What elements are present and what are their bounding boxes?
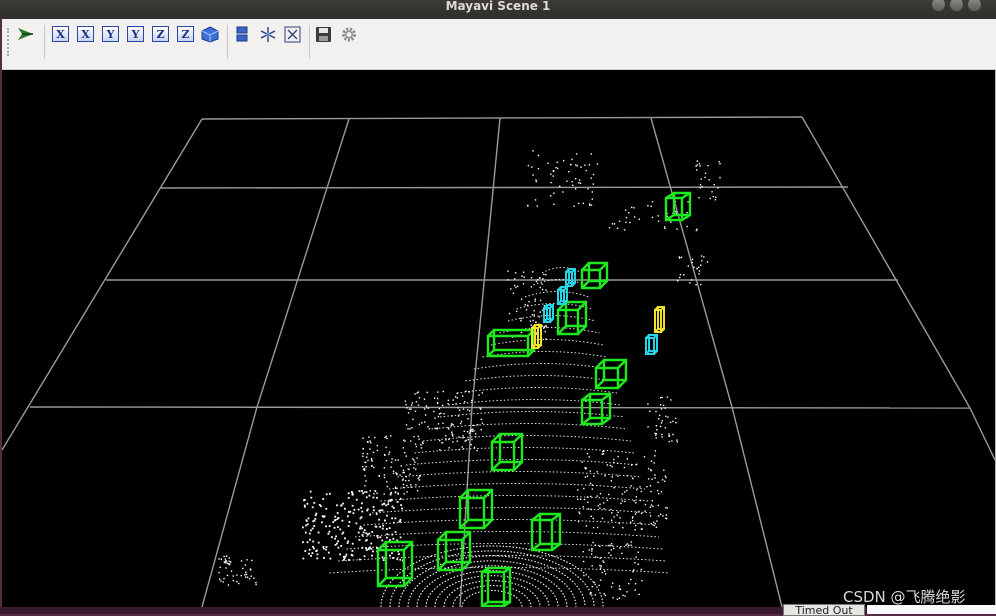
axes-icon <box>260 27 276 42</box>
watermark-text: CSDN @飞腾绝影 <box>843 588 966 606</box>
projection-icon <box>236 26 248 42</box>
toolbar-grip[interactable] <box>7 28 15 56</box>
cube-icon <box>201 26 219 43</box>
view-x-plus-button[interactable]: X <box>52 26 69 42</box>
configure-button[interactable] <box>340 26 357 42</box>
title-bar: Mayavi Scene 1 <box>0 0 996 19</box>
gear-icon <box>342 27 356 42</box>
save-icon <box>316 27 331 42</box>
fullscreen-icon <box>284 26 301 43</box>
toolbar-separator <box>44 25 45 59</box>
view-y-plus-button[interactable]: Y <box>102 26 119 42</box>
view-z-plus-button[interactable]: Z <box>152 26 169 42</box>
parallel-projection-button[interactable] <box>234 26 251 42</box>
pipeline-button[interactable] <box>17 26 34 42</box>
grid-line <box>29 406 971 409</box>
fullscreen-button[interactable] <box>284 26 301 43</box>
lidar-scene-canvas[interactable] <box>2 70 995 607</box>
toolbar: X X Y Y Z Z <box>2 19 996 70</box>
axes-toggle-button[interactable] <box>259 26 276 42</box>
scene-background <box>2 70 995 607</box>
toolbar-separator <box>227 25 228 59</box>
mayavi-3d-scene[interactable] <box>2 70 995 607</box>
view-y-minus-button[interactable]: Y <box>127 26 144 42</box>
view-z-minus-button[interactable]: Z <box>177 26 194 42</box>
window-title: Mayavi Scene 1 <box>445 0 551 13</box>
save-button[interactable] <box>315 26 332 42</box>
mayavi-pipeline-icon <box>18 28 33 40</box>
view-x-minus-button[interactable]: X <box>77 26 94 42</box>
toolbar-separator <box>309 25 310 59</box>
isometric-button[interactable] <box>201 26 219 43</box>
